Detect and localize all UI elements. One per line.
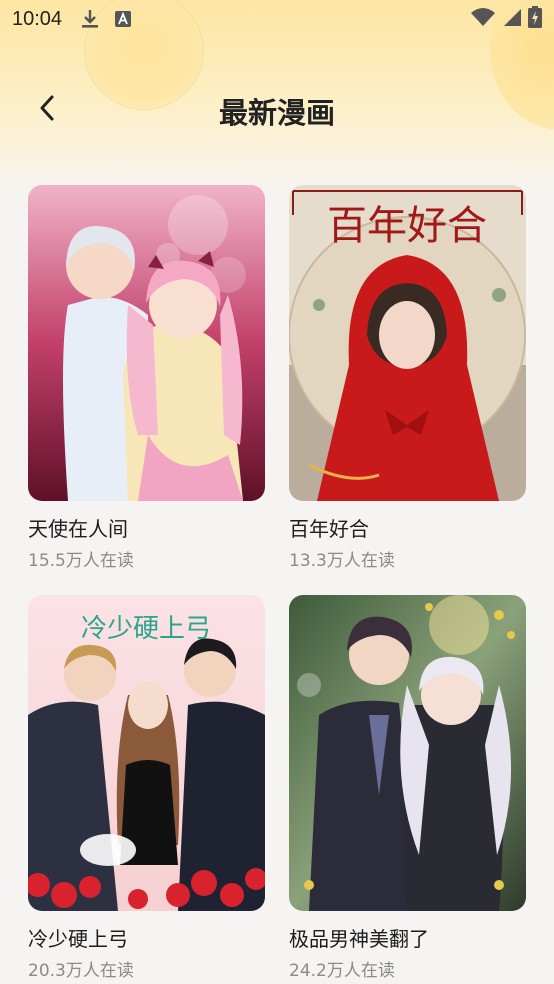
comic-cover[interactable]: 冷少硬上弓	[28, 595, 265, 911]
status-time: 10:04	[12, 7, 63, 30]
cover-title-text: 冷少硬上弓	[81, 614, 211, 644]
page-title: 最新漫画	[218, 96, 335, 130]
comic-readers: 24.2万人在读	[289, 961, 395, 981]
comic-title[interactable]: 百年好合	[289, 513, 526, 542]
status-bar: 10:04	[0, 0, 554, 38]
comic-title[interactable]: 天使在人间	[28, 513, 265, 542]
comic-card[interactable]: 冷少硬上弓 冷少硬上弓 20.3万人在读	[28, 595, 265, 981]
navigation-bar: 最新漫画	[0, 80, 554, 136]
comic-card[interactable]: 百年好合 百年好合 13.3万人在读	[289, 185, 526, 571]
comic-title[interactable]: 冷少硬上弓	[28, 923, 265, 952]
battery-charging-icon	[528, 6, 542, 32]
comic-cover[interactable]	[28, 185, 265, 501]
download-icon	[80, 8, 100, 30]
comic-readers: 13.3万人在读	[289, 551, 395, 571]
comic-card[interactable]: 极品男神美翻了 24.2万人在读	[289, 595, 526, 981]
comic-readers: 20.3万人在读	[28, 961, 134, 981]
comic-cover[interactable]: 百年好合	[289, 185, 526, 501]
comic-cover[interactable]	[289, 595, 526, 911]
cover-title-text: 百年好合	[327, 203, 487, 249]
comic-readers: 15.5万人在读	[28, 551, 134, 571]
wifi-icon	[470, 7, 496, 31]
comic-title[interactable]: 极品男神美翻了	[289, 923, 526, 952]
text-a-icon	[114, 10, 132, 28]
signal-icon	[502, 7, 522, 31]
comic-card[interactable]: 天使在人间 15.5万人在读	[28, 185, 265, 571]
